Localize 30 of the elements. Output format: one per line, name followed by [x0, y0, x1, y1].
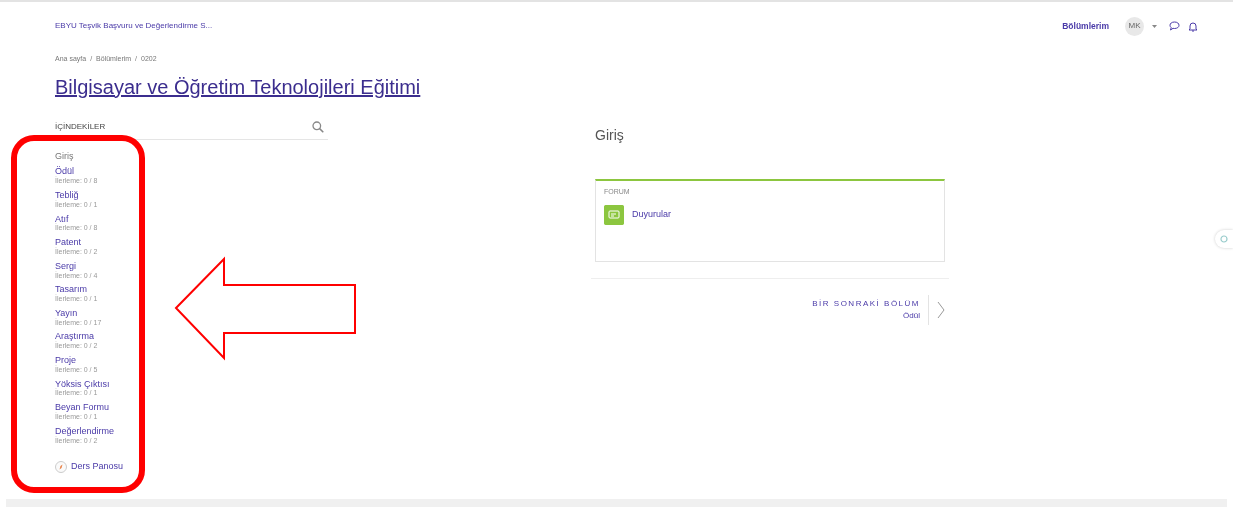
section-link[interactable]: Beyan Formu — [55, 403, 110, 414]
section-link[interactable]: Ödül — [55, 167, 74, 178]
dashboard-link[interactable]: Ders Panosu — [71, 460, 124, 474]
contents-heading: İÇİNDEKİLER — [55, 120, 106, 133]
compass-icon — [55, 461, 67, 474]
section-link[interactable]: Sergi — [55, 261, 76, 272]
page-title[interactable]: Bilgisayar ve Öğretim Teknolojileri Eğitimi — [55, 74, 1178, 99]
drawer-toggle[interactable] — [1215, 230, 1233, 248]
caret-icon[interactable] — [1152, 24, 1157, 28]
chevron-right-icon[interactable] — [937, 300, 945, 319]
nav-link[interactable]: Bölümlerim — [1062, 19, 1109, 33]
section-link[interactable]: Yayın — [55, 308, 78, 319]
section-link[interactable]: Yöksis Çıktısı — [55, 379, 110, 390]
activity-link[interactable]: Duyurular — [632, 208, 671, 222]
search-icon[interactable] — [312, 120, 324, 133]
section-link[interactable]: Atıf — [55, 214, 69, 225]
site-name-link[interactable]: EBYU Teşvik Başvuru ve Değerlendirme S... — [55, 20, 213, 32]
section-link[interactable]: Proje — [55, 356, 76, 366]
chat-icon[interactable] — [1169, 21, 1180, 31]
section-link[interactable]: Tasarım — [55, 285, 87, 296]
section-link[interactable]: Giriş — [55, 151, 74, 162]
section-link[interactable]: Patent — [55, 238, 82, 248]
notification-icon[interactable] — [1188, 20, 1198, 32]
next-section-link[interactable]: Ödül — [812, 309, 920, 322]
section-link[interactable]: Tebliğ — [55, 190, 79, 201]
avatar[interactable]: MK — [1125, 16, 1144, 36]
section-link[interactable]: Değerlendirme — [55, 426, 115, 437]
section-title: Giriş — [595, 125, 625, 145]
section-link[interactable]: Araştırma — [55, 332, 94, 343]
next-section-label[interactable]: BİR SONRAKİ BÖLÜM — [812, 297, 920, 310]
